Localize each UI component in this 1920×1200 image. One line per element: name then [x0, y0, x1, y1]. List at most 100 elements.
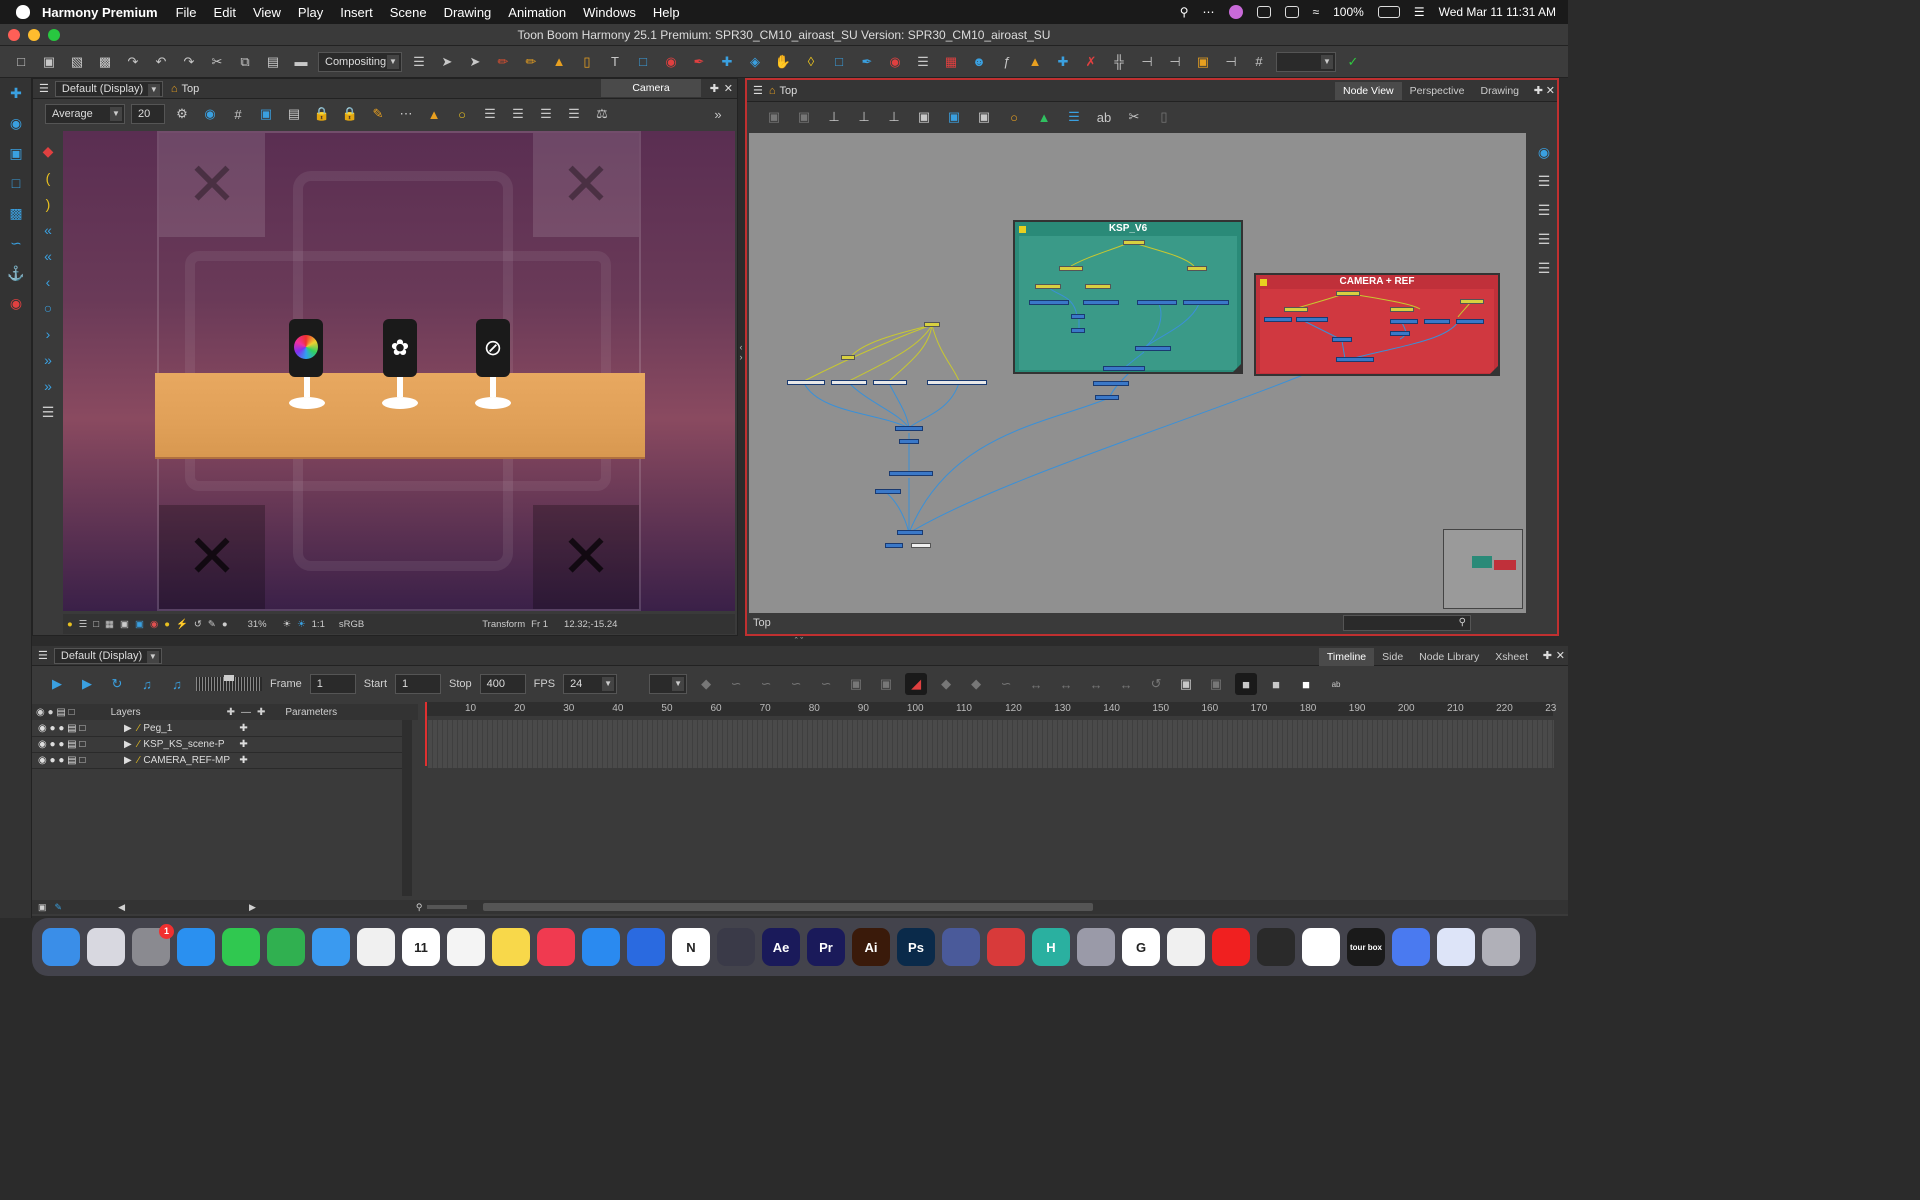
camref-peg-node[interactable] [1284, 307, 1308, 312]
tab-timeline[interactable]: Timeline [1318, 648, 1375, 666]
menu-animation[interactable]: Animation [508, 5, 566, 20]
sound-icon[interactable]: ♫ [136, 673, 158, 695]
text-tool-icon[interactable]: T [604, 51, 626, 73]
bbox-icon[interactable]: ▣ [1192, 51, 1214, 73]
tab-drawing[interactable]: Drawing [1472, 82, 1527, 100]
dock-youtube-icon[interactable] [1212, 928, 1250, 966]
home-icon[interactable]: ⌂ [171, 83, 178, 95]
menu-icon[interactable]: ☰ [39, 82, 49, 95]
deform-icon[interactable]: ╬ [1108, 51, 1130, 73]
play-icon[interactable]: ▶ [46, 673, 68, 695]
zoom-window-button[interactable] [48, 29, 60, 41]
layers-toggle-icon[interactable]: ☰ [79, 619, 88, 630]
tab-camera[interactable]: Camera [601, 79, 701, 97]
track-area[interactable] [428, 720, 1554, 768]
edit-icon[interactable]: ✎ [208, 619, 216, 630]
group-resize-handle[interactable] [1233, 364, 1241, 372]
lock-toggle-icon[interactable]: ● [164, 619, 170, 630]
paint-tool-icon[interactable]: ▲ [548, 51, 570, 73]
zoom-edit-icon[interactable]: ✎ [55, 902, 63, 913]
grid-snap-icon[interactable]: ⊣ [1220, 51, 1242, 73]
drawing-node[interactable] [873, 380, 907, 385]
playhead[interactable] [425, 702, 427, 766]
composite-icon[interactable]: ▲ [1033, 106, 1055, 128]
drawing-node[interactable] [927, 380, 987, 385]
keyframe-icon[interactable]: ▲ [1024, 51, 1046, 73]
ksp-peg-node[interactable] [1123, 240, 1145, 245]
pencil-tool-icon[interactable]: ✏ [520, 51, 542, 73]
curve-icon[interactable]: ∽ [725, 673, 747, 695]
colorspace-value[interactable]: sRGB [339, 619, 364, 630]
menu-icon[interactable]: ☰ [38, 649, 48, 662]
siri-icon[interactable] [1228, 5, 1243, 19]
layer-controls-icon[interactable]: ◉ ● ● ▤ □ [38, 723, 94, 734]
timeline-hscroll[interactable] [482, 903, 1093, 911]
navigator-icon[interactable]: ▣ [913, 106, 935, 128]
next-frame-icon[interactable]: › [46, 326, 51, 342]
list-icon[interactable]: ☰ [42, 404, 55, 421]
layer-stack-2-icon[interactable]: ☰ [1538, 202, 1551, 219]
peg-node-2[interactable] [841, 355, 855, 360]
close-panel-icon[interactable]: ✕ [724, 82, 733, 95]
tab-node-view[interactable]: Node View [1335, 82, 1402, 100]
wifi-icon[interactable]: ≈ [1313, 5, 1320, 19]
dock-stocks-icon[interactable] [1167, 928, 1205, 966]
control-center-icon[interactable]: ☰ [1414, 5, 1425, 19]
add-param-icon[interactable]: ✚ [239, 739, 247, 750]
onion-skin-icon[interactable]: ◉ [199, 103, 221, 125]
camera-breadcrumb[interactable]: Top [182, 83, 200, 95]
layer-name[interactable]: KSP_KS_scene-P [143, 739, 239, 750]
add-tab-icon[interactable]: ✚ [710, 82, 719, 95]
add-param-icon[interactable]: ✚ [239, 723, 247, 734]
group-ksp-v6[interactable]: KSP_V6 [1013, 220, 1243, 374]
joint-icon[interactable]: ◉ [0, 288, 32, 318]
active-key-icon[interactable]: ◢ [905, 673, 928, 695]
timeline-mode-select[interactable]: ▼ [649, 674, 688, 694]
bulb-icon[interactable]: ● [67, 619, 73, 630]
dock-premiere-icon[interactable]: Pr [807, 928, 845, 966]
display-node[interactable] [885, 543, 903, 548]
hand-icon[interactable]: ✋ [772, 51, 794, 73]
camera-mask-icon[interactable]: ▣ [120, 619, 129, 630]
camref-peg-node[interactable] [1390, 307, 1414, 312]
composite-node[interactable] [897, 530, 923, 535]
tree2-icon[interactable]: ⊥ [853, 106, 875, 128]
layer-list-scrollbar[interactable] [402, 720, 412, 896]
keyframe-diamond-icon[interactable]: ◆ [43, 143, 54, 160]
dock-calendar-icon[interactable]: 11 [402, 928, 440, 966]
chain-icon[interactable]: ⊣ [1136, 51, 1158, 73]
render-icon[interactable]: ● [222, 619, 228, 630]
paint-bucket-icon[interactable]: ◉ [660, 51, 682, 73]
person-icon[interactable]: ☻ [968, 51, 990, 73]
key-tool-icon[interactable]: ◆ [695, 673, 717, 695]
camref-peg-node[interactable] [1336, 291, 1360, 296]
save-icon[interactable]: ▧ [66, 51, 88, 73]
dock-chrome-icon[interactable]: G [1122, 928, 1160, 966]
prev-key-icon[interactable]: « [44, 248, 52, 264]
scroll-right-icon[interactable]: ▶ [249, 902, 256, 913]
extend-icon[interactable]: ↔ [1085, 673, 1107, 695]
screen-icon[interactable] [1256, 6, 1271, 18]
undo-icon[interactable]: ↶ [150, 51, 172, 73]
menu-drawing[interactable]: Drawing [444, 5, 492, 20]
peg-node[interactable] [924, 322, 940, 327]
ksp-peg-node[interactable] [1059, 266, 1083, 271]
close-window-button[interactable] [8, 29, 20, 41]
tree-icon[interactable]: ⊥ [823, 106, 845, 128]
play-selection-icon[interactable]: ▶ [76, 673, 98, 695]
white-key-3-icon[interactable]: ■ [1295, 673, 1317, 695]
fps-field[interactable]: 24 ▼ [563, 674, 618, 694]
menu-play[interactable]: Play [298, 5, 323, 20]
ksp-composite-node[interactable] [1071, 314, 1085, 319]
curve-2-icon[interactable]: ∽ [755, 673, 777, 695]
contour-editor-icon[interactable]: ➤ [464, 51, 486, 73]
camref-drawing-node[interactable] [1390, 319, 1418, 324]
layer-row[interactable]: ◉ ● ● ▤ □ ▶ ∕ CAMERA_REF-MP ✚ [32, 753, 404, 769]
dock-remote-icon[interactable] [942, 928, 980, 966]
app-name-menu[interactable]: Harmony Premium [42, 5, 158, 20]
ease-icon[interactable]: ∽ [995, 673, 1017, 695]
dock-launchpad-icon[interactable] [87, 928, 125, 966]
more-tools-icon[interactable]: » [707, 103, 729, 125]
sun-icon[interactable]: ☀ [283, 619, 292, 630]
lock-all-icon[interactable]: 🔒 [339, 103, 361, 125]
